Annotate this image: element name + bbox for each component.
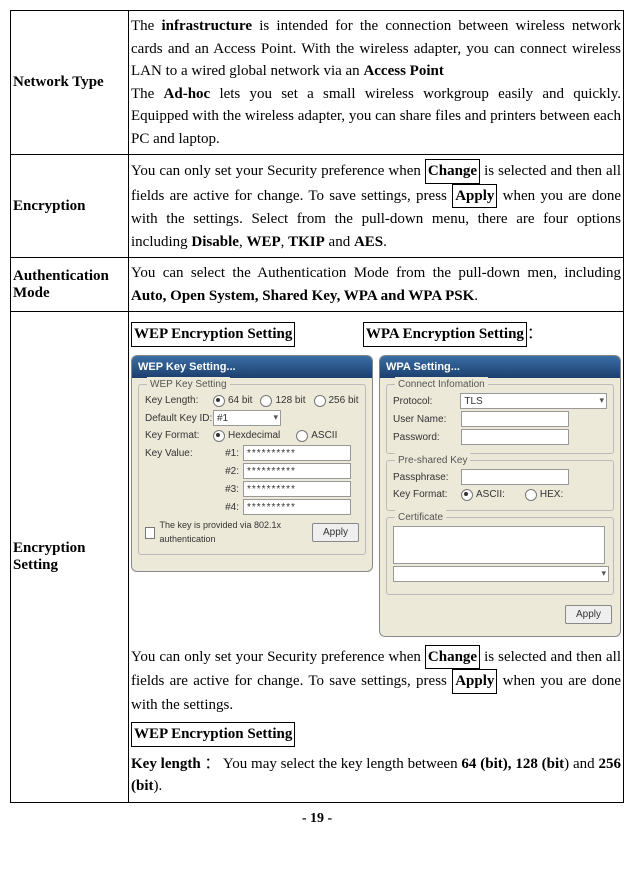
wpa-group2-title: Pre-shared Key (395, 453, 470, 468)
wpa-protocol-label: Protocol: (393, 394, 460, 409)
key4-input[interactable]: ********** (243, 499, 351, 515)
wep-title-box-2: WEP Encryption Setting (131, 722, 295, 747)
apply-box-2: Apply (452, 669, 497, 694)
radio-ascii[interactable] (296, 430, 308, 442)
wpa-passphrase-label: Passphrase: (393, 470, 461, 485)
key1-input[interactable]: ********** (243, 445, 351, 461)
row-desc-network-type: The infrastructure is intended for the c… (129, 11, 624, 155)
wep-title-box: WEP Encryption Setting (131, 322, 295, 347)
row-label-encryption: Encryption (11, 155, 129, 258)
radio-256bit[interactable] (314, 395, 326, 407)
page-number: - 19 - (10, 811, 624, 827)
row-desc-auth-mode: You can select the Authentication Mode f… (129, 258, 624, 312)
change-box-2: Change (425, 645, 480, 670)
8021x-label: The key is provided via 802.1x authentic… (159, 519, 312, 546)
wpa-group3-title: Certificate (395, 510, 446, 525)
row-label-auth-mode: Authentication Mode (11, 258, 129, 312)
default-key-select[interactable]: #1 (213, 410, 281, 426)
protocol-select[interactable]: TLS (460, 393, 607, 409)
key3-input[interactable]: ********** (243, 481, 351, 497)
wep-group-title: WEP Key Setting (147, 377, 230, 392)
wep-key-length-label: Key Length: (145, 393, 213, 408)
settings-table: Network Type The infrastructure is inten… (10, 10, 624, 803)
passphrase-input[interactable] (461, 469, 569, 485)
wpa-dialog-title: WPA Setting... (380, 356, 620, 379)
wpa-pass-label: Password: (393, 430, 461, 445)
wpa-group1-title: Connect Infomation (395, 377, 488, 392)
key2-input[interactable]: ********** (243, 463, 351, 479)
password-input[interactable] (461, 429, 569, 445)
wep-dialog-title: WEP Key Setting... (132, 356, 372, 379)
8021x-checkbox[interactable] (145, 527, 155, 539)
certificate-select[interactable] (393, 566, 609, 582)
wpa-apply-button[interactable]: Apply (565, 605, 612, 624)
row-desc-enc-setting: WEP Encryption Setting WPA Encryption Se… (129, 312, 624, 803)
wpa-user-label: User Name: (393, 412, 461, 427)
row-label-enc-setting: Encryption Setting (11, 312, 129, 803)
wpa-dialog: WPA Setting... Connect Infomation Protoc… (379, 355, 621, 637)
radio-128bit[interactable] (260, 395, 272, 407)
certificate-box[interactable] (393, 526, 605, 564)
wep-key-value-label: Key Value: (145, 446, 213, 461)
wep-dialog: WEP Key Setting... WEP Key Setting Key L… (131, 355, 373, 572)
wpa-radio-hex[interactable] (525, 489, 537, 501)
wpa-title-box: WPA Encryption Setting (363, 322, 527, 347)
wpa-radio-ascii[interactable] (461, 489, 473, 501)
change-box: Change (425, 159, 480, 184)
username-input[interactable] (461, 411, 569, 427)
row-desc-encryption: You can only set your Security preferenc… (129, 155, 624, 258)
radio-64bit[interactable] (213, 395, 225, 407)
wep-key-format-label: Key Format: (145, 428, 213, 443)
row-label-network-type: Network Type (11, 11, 129, 155)
wpa-key-format-label: Key Format: (393, 487, 461, 502)
apply-box: Apply (452, 184, 497, 209)
wep-default-key-label: Default Key ID: (145, 411, 213, 426)
wep-apply-button[interactable]: Apply (312, 523, 359, 542)
radio-hex[interactable] (213, 430, 225, 442)
